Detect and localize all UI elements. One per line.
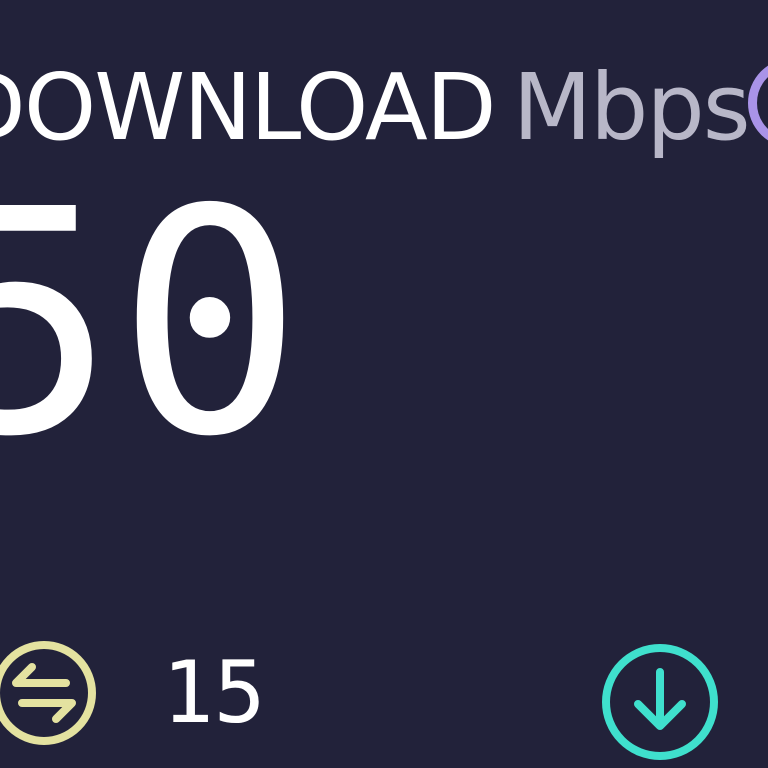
download-header: DOWNLOAD Mbps (0, 62, 751, 154)
partial-circle-icon (748, 58, 768, 148)
unit-label: Mbps (512, 54, 751, 161)
ping-value: 15 (162, 643, 266, 743)
download-arrow-icon (602, 644, 718, 760)
speed-test-screen: DOWNLOAD Mbps 50 15 (0, 0, 768, 768)
download-speed-value: 50 (0, 144, 304, 505)
ping-stat: 15 (0, 638, 266, 748)
ping-icon (0, 641, 96, 745)
